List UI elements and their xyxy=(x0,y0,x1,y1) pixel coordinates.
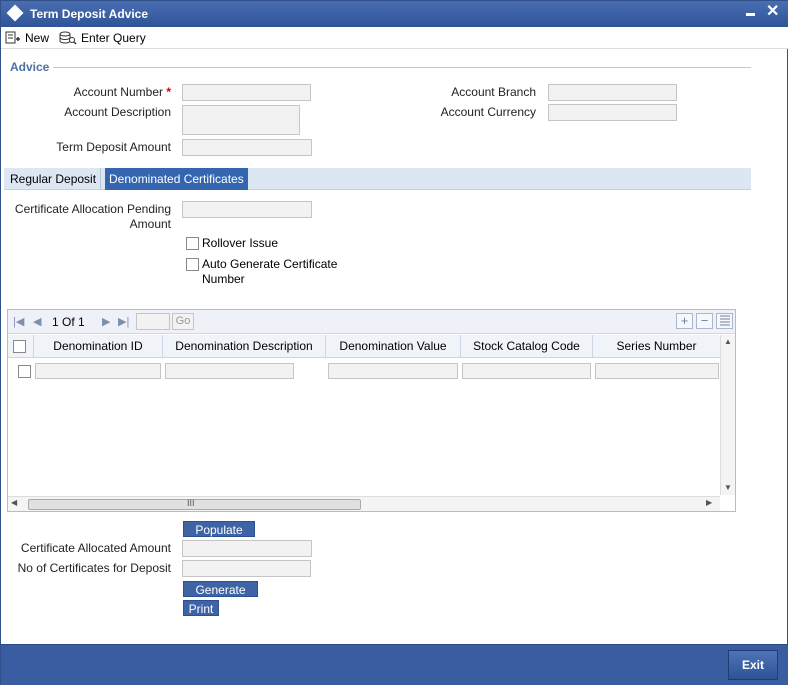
rollover-issue-checkbox[interactable] xyxy=(186,237,199,250)
series-number-input[interactable] xyxy=(595,363,719,379)
account-currency-label: Account Currency xyxy=(440,105,536,119)
title-bar: Term Deposit Advice ✕ xyxy=(1,1,788,27)
list-lines-icon xyxy=(719,315,730,326)
term-deposit-advice-window: Term Deposit Advice ✕ New Enter Query Ad… xyxy=(0,0,788,685)
section-divider xyxy=(53,67,751,68)
populate-button[interactable]: Populate xyxy=(183,521,255,537)
scroll-grip: III xyxy=(187,498,195,508)
single-view-icon[interactable] xyxy=(716,313,733,329)
pending-amount-field[interactable] xyxy=(182,201,312,218)
denomination-description-input[interactable] xyxy=(165,363,294,379)
app-diamond-icon xyxy=(6,4,24,22)
new-label: New xyxy=(25,31,50,45)
column-series-number[interactable]: Series Number xyxy=(593,335,720,358)
scroll-up-icon[interactable]: ▲ xyxy=(724,337,732,346)
account-number-field[interactable] xyxy=(182,84,311,101)
pending-amount-label: Certificate Allocation Pending Amount xyxy=(14,202,171,231)
num-certificates-label: No of Certificates for Deposit xyxy=(17,561,171,575)
account-currency-field[interactable] xyxy=(548,104,677,121)
go-button[interactable]: Go xyxy=(172,313,194,330)
allocated-amount-field[interactable] xyxy=(182,540,312,557)
window-title: Term Deposit Advice xyxy=(30,7,149,21)
tab-denominated-certificates[interactable]: Denominated Certificates xyxy=(105,168,248,190)
page-number-input[interactable] xyxy=(136,313,170,330)
last-page-icon[interactable]: ▶| xyxy=(118,315,129,328)
column-denomination-id[interactable]: Denomination ID xyxy=(34,335,163,358)
vertical-scrollbar[interactable]: ▲ ▼ xyxy=(720,335,735,495)
account-number-label: Account Number * xyxy=(41,85,171,100)
grid-header: Denomination ID Denomination Description… xyxy=(8,335,720,358)
first-page-icon[interactable]: |◀ xyxy=(13,315,24,328)
enter-query-label: Enter Query xyxy=(81,31,146,45)
select-all-cell xyxy=(8,335,34,358)
account-number-label-text: Account Number xyxy=(73,85,163,99)
previous-page-icon[interactable]: ◀ xyxy=(33,315,41,328)
auto-generate-checkbox[interactable] xyxy=(186,258,199,271)
next-page-icon[interactable]: ▶ xyxy=(102,315,110,328)
scroll-down-icon[interactable]: ▼ xyxy=(724,483,732,492)
term-deposit-amount-field[interactable] xyxy=(182,139,312,156)
select-all-checkbox[interactable] xyxy=(13,340,26,353)
close-icon[interactable]: ✕ xyxy=(766,3,779,21)
denomination-value-input[interactable] xyxy=(328,363,458,379)
grid-pager: |◀ ◀ 1 Of 1 ▶ ▶| Go + − xyxy=(8,310,735,334)
term-deposit-amount-label: Term Deposit Amount xyxy=(56,140,171,154)
account-branch-label: Account Branch xyxy=(451,85,536,99)
tab-bar: Regular Deposit Denominated Certificates xyxy=(4,168,751,190)
tab-regular-deposit[interactable]: Regular Deposit xyxy=(6,168,102,190)
horizontal-scrollbar[interactable]: ◀ III ▶ xyxy=(8,496,720,511)
auto-generate-label: Auto Generate Certificate Number xyxy=(202,257,338,286)
query-icon xyxy=(59,31,77,45)
scroll-left-icon[interactable]: ◀ xyxy=(11,498,17,507)
column-denomination-description[interactable]: Denomination Description xyxy=(163,335,326,358)
account-description-label: Account Description xyxy=(64,105,171,119)
rollover-issue-label: Rollover Issue xyxy=(202,236,279,250)
allocated-amount-label: Certificate Allocated Amount xyxy=(20,541,171,555)
scroll-right-icon[interactable]: ▶ xyxy=(706,498,712,507)
denomination-id-input[interactable] xyxy=(35,363,161,379)
column-stock-catalog-code[interactable]: Stock Catalog Code xyxy=(461,335,593,358)
column-denomination-value[interactable]: Denomination Value xyxy=(326,335,461,358)
delete-row-icon[interactable]: − xyxy=(696,313,713,329)
row-select-checkbox[interactable] xyxy=(18,365,31,378)
print-button[interactable]: Print xyxy=(183,600,219,616)
toolbar: New Enter Query xyxy=(1,27,788,49)
enter-query-button[interactable]: Enter Query xyxy=(59,29,146,47)
generate-button[interactable]: Generate xyxy=(183,581,258,597)
account-description-field[interactable] xyxy=(182,105,300,135)
horizontal-scroll-thumb[interactable]: III xyxy=(28,498,361,510)
required-marker: * xyxy=(166,85,171,99)
minimize-icon[interactable] xyxy=(746,13,755,16)
num-certificates-field[interactable] xyxy=(182,560,311,577)
new-button[interactable]: New xyxy=(5,29,49,47)
advice-section-title: Advice xyxy=(10,60,50,74)
pager-text: 1 Of 1 xyxy=(52,315,85,329)
footer-bar: Exit xyxy=(1,644,788,685)
denomination-grid: |◀ ◀ 1 Of 1 ▶ ▶| Go + − Denomination ID … xyxy=(7,309,736,512)
new-doc-icon xyxy=(5,31,20,44)
exit-button[interactable]: Exit xyxy=(728,650,778,680)
add-row-icon[interactable]: + xyxy=(676,313,693,329)
account-branch-field[interactable] xyxy=(548,84,677,101)
stock-catalog-code-input[interactable] xyxy=(462,363,591,379)
